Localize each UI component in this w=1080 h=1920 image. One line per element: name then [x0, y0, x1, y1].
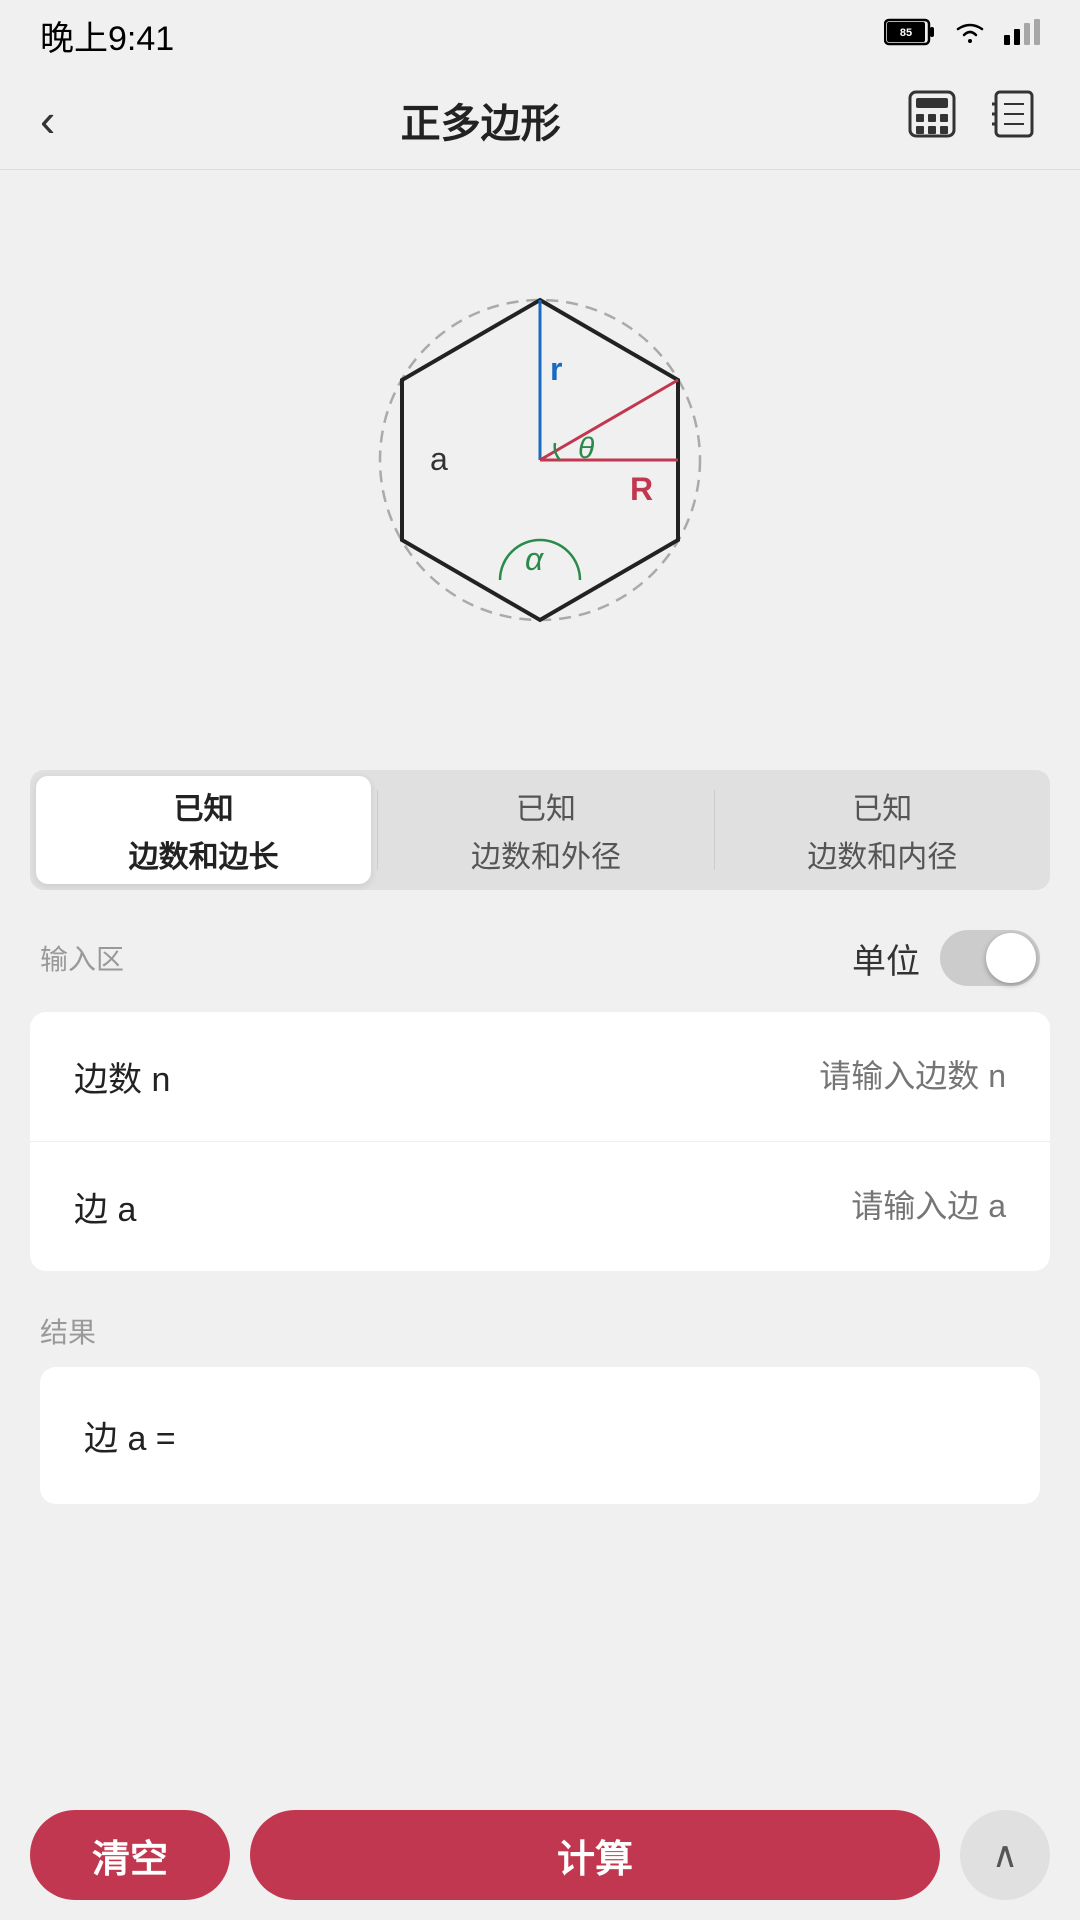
tab-sides-inner[interactable]: 已知 边数和内径	[715, 770, 1050, 890]
result-card: 边 a =	[40, 1367, 1040, 1504]
input-row-n: 边数 n	[30, 1012, 1050, 1141]
unit-toggle[interactable]	[940, 930, 1040, 986]
input-n[interactable]	[294, 1058, 1006, 1095]
calc-button[interactable]: 计算	[250, 1810, 940, 1900]
signal-icon	[1004, 19, 1040, 52]
svg-text:α: α	[525, 541, 544, 577]
tab2-line1: 已知	[516, 784, 576, 828]
tab2-line2: 边数和外径	[471, 832, 621, 876]
unit-row: 单位	[852, 930, 1040, 986]
status-time: 晚上9:41	[40, 11, 174, 60]
input-section-header: 输入区 单位	[0, 910, 1080, 1002]
scroll-up-button[interactable]: ∧	[960, 1810, 1050, 1900]
label-n: 边数 n	[74, 1052, 274, 1101]
tabs-container: 已知 边数和边长 已知 边数和外径 已知 边数和内径	[0, 750, 1080, 910]
svg-text:R: R	[630, 471, 653, 507]
tab3-line1: 已知	[852, 784, 912, 828]
status-icons: 85	[884, 18, 1040, 53]
tab-sides-outer[interactable]: 已知 边数和外径	[378, 770, 713, 890]
tab1-line1: 已知	[174, 784, 234, 828]
input-a[interactable]	[294, 1188, 1006, 1225]
clear-button[interactable]: 清空	[30, 1810, 230, 1900]
tab-sides-length[interactable]: 已知 边数和边长	[36, 776, 371, 884]
notebook-icon[interactable]	[988, 88, 1040, 151]
calculator-icon[interactable]	[906, 88, 958, 151]
svg-text:r: r	[550, 351, 562, 387]
svg-text:85: 85	[900, 27, 912, 39]
unit-label: 单位	[852, 934, 920, 983]
input-row-a: 边 a	[30, 1141, 1050, 1271]
page-title: 正多边形	[401, 91, 561, 149]
back-button[interactable]: ‹	[40, 93, 55, 147]
svg-text:θ: θ	[578, 432, 595, 465]
diagram-area: r R θ α a	[0, 170, 1080, 750]
svg-text:a: a	[430, 441, 448, 477]
toggle-knob	[986, 933, 1036, 983]
tabs: 已知 边数和边长 已知 边数和外径 已知 边数和内径	[30, 770, 1050, 890]
tab3-line2: 边数和内径	[807, 832, 957, 876]
bottom-bar: 清空 计算 ∧	[0, 1790, 1080, 1920]
result-section-label: 结果	[40, 1311, 1040, 1351]
tab1-line2: 边数和边长	[129, 832, 279, 876]
input-card: 边数 n 边 a	[30, 1012, 1050, 1271]
result-a: 边 a =	[84, 1411, 996, 1460]
chevron-up-icon: ∧	[992, 1834, 1018, 1876]
status-bar: 晚上9:41 85	[0, 0, 1080, 70]
wifi-icon	[952, 19, 988, 52]
result-section: 结果 边 a =	[0, 1281, 1080, 1514]
input-section-label: 输入区	[40, 938, 124, 978]
label-a: 边 a	[74, 1182, 274, 1231]
polygon-diagram: r R θ α a	[330, 250, 750, 670]
header-actions	[906, 88, 1040, 151]
battery-indicator: 85	[884, 18, 936, 53]
header: ‹ 正多边形	[0, 70, 1080, 170]
